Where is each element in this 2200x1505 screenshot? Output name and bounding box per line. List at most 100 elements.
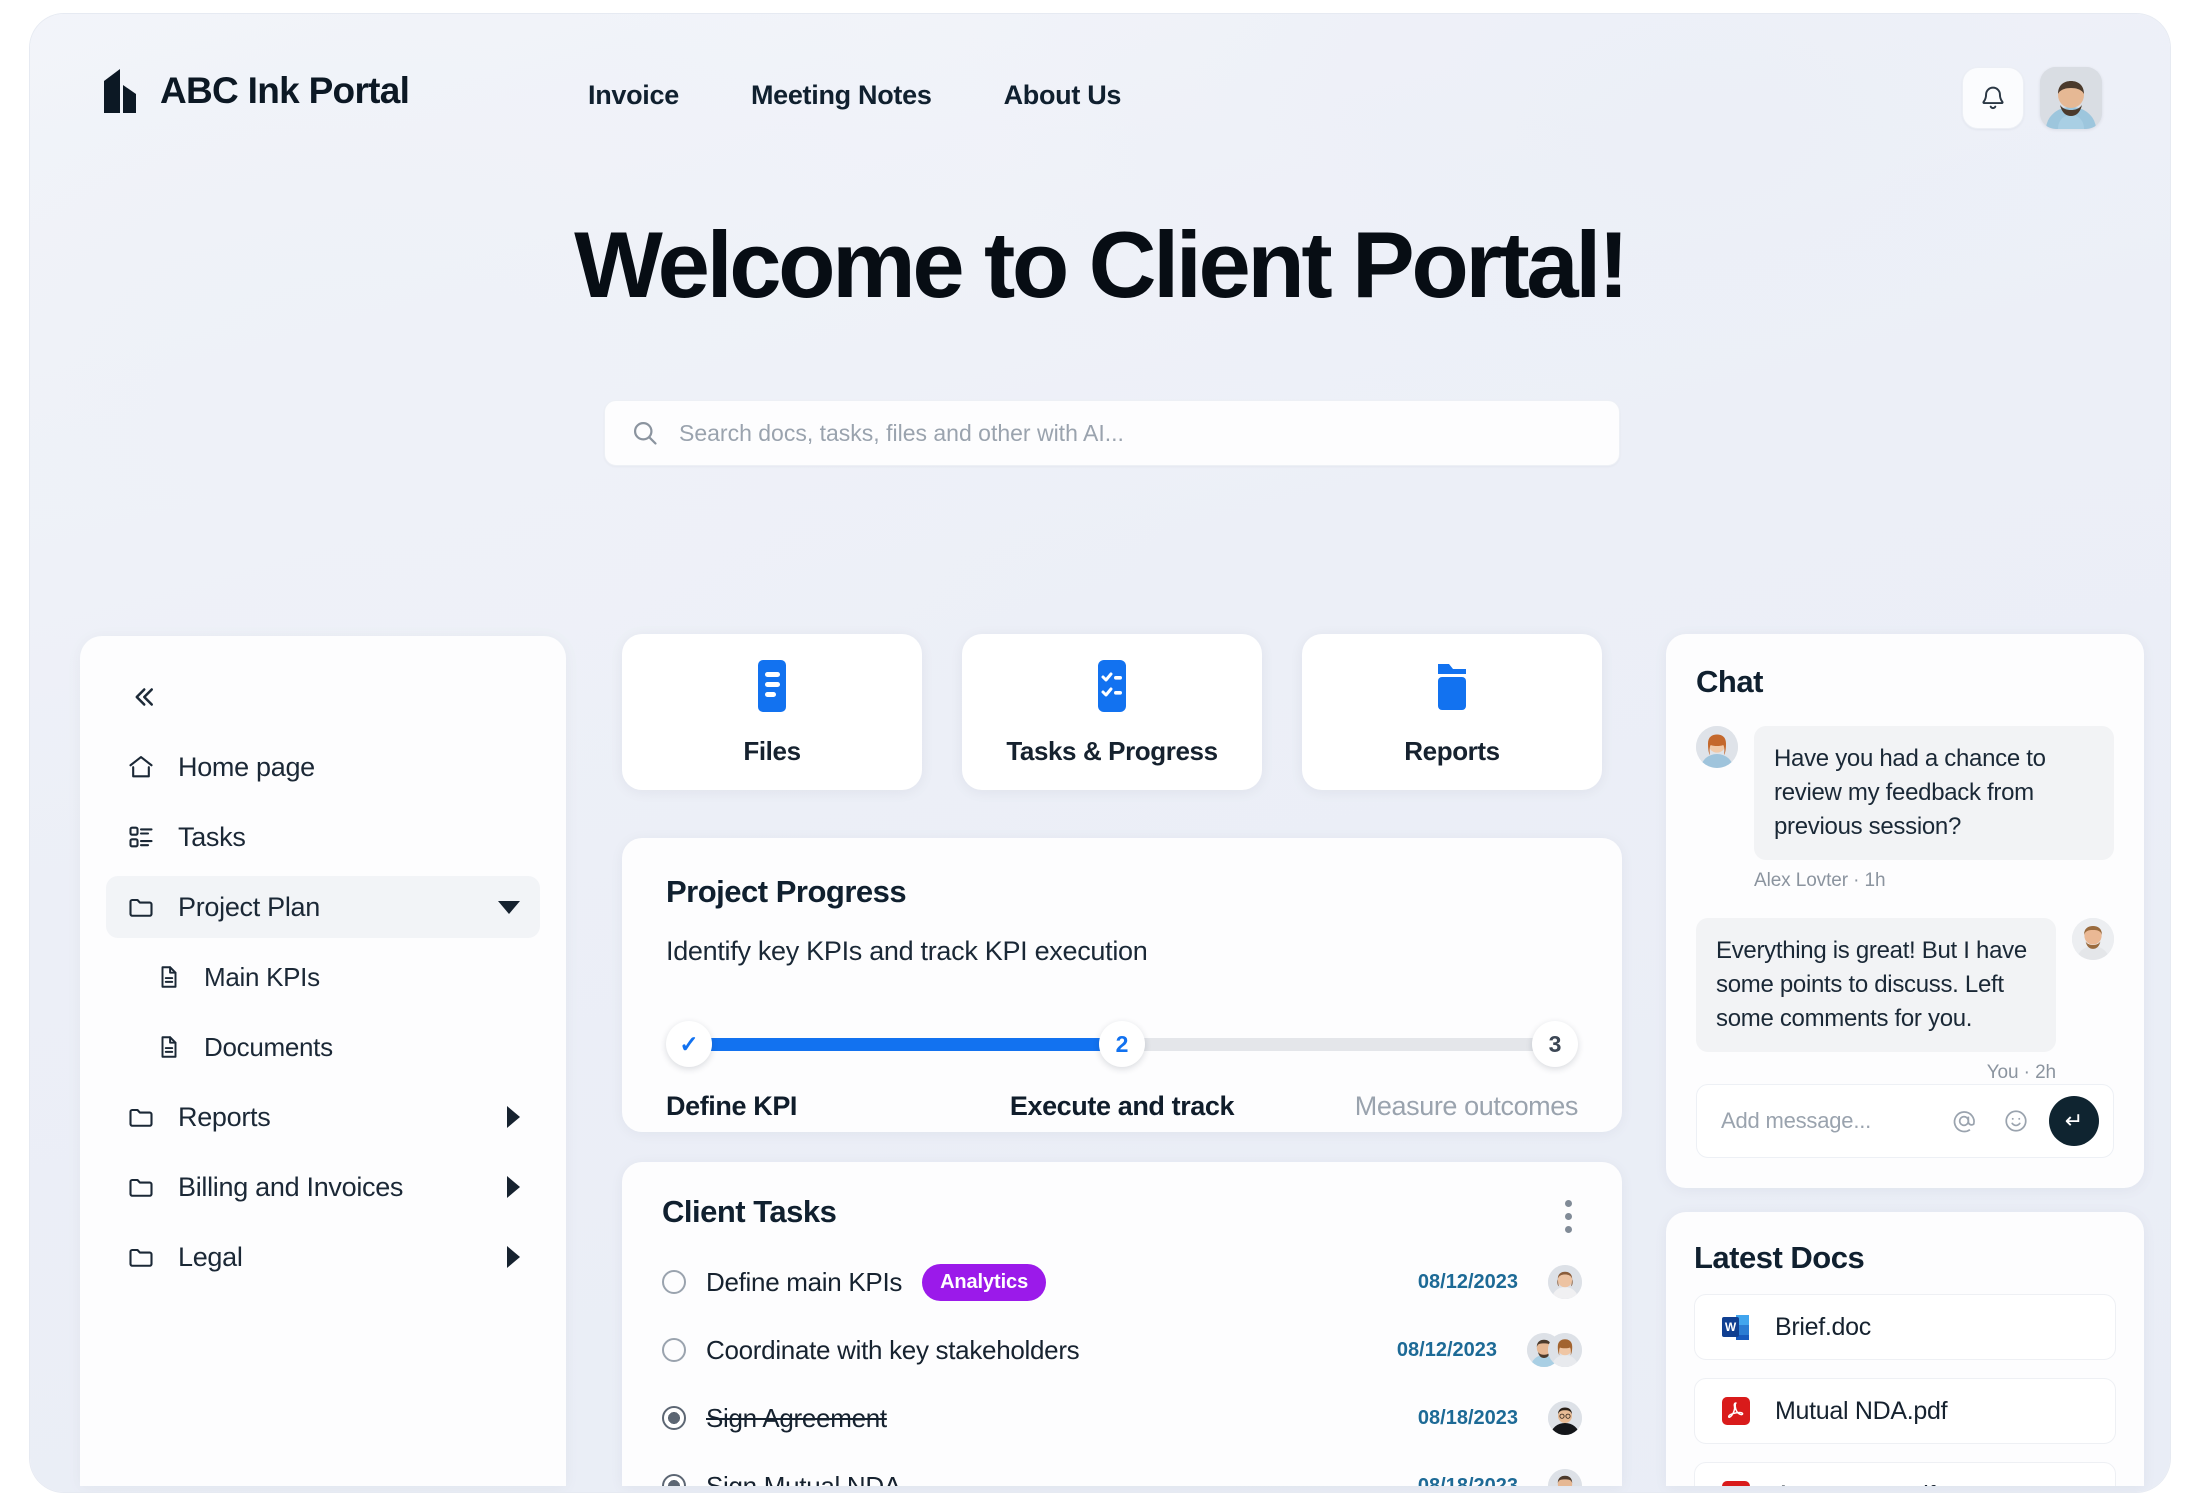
status-badge: Analytics [922,1264,1046,1301]
task-checkbox[interactable] [662,1270,686,1294]
chevron-double-left-icon [128,682,158,712]
avatar [1548,1265,1582,1299]
doc-name: Agreement.pdf [1775,1481,1935,1487]
sidebar-item-home-page[interactable]: Home page [106,736,540,798]
folder-icon [1426,658,1478,714]
chevron-right-icon[interactable] [507,1246,520,1268]
pdf-file-icon [1719,1478,1753,1486]
chevron-right-icon[interactable] [507,1176,520,1198]
progress-step-2-node[interactable]: 2 [1099,1021,1145,1067]
user-avatar-button[interactable] [2040,67,2102,129]
progress-step-3-node[interactable]: 3 [1532,1021,1578,1067]
sidebar-item-reports[interactable]: Reports [106,1086,540,1148]
send-message-button[interactable]: ↵ [2049,1096,2099,1146]
doc-list-item[interactable]: Agreement.pdf [1694,1462,2116,1486]
file-document-icon [748,658,796,714]
task-date: 08/12/2023 [1397,1339,1497,1362]
task-row[interactable]: Coordinate with key stakeholders 08/12/2… [662,1325,1582,1375]
task-label: Sign Agreement [706,1403,887,1434]
sidebar-collapse-button[interactable] [118,672,168,722]
latest-docs-title: Latest Docs [1694,1240,2116,1276]
avatar [1548,1469,1582,1486]
avatar-image [1548,1469,1582,1486]
progress-title: Project Progress [666,874,1578,910]
sidebar-item-label: Billing and Invoices [178,1172,485,1203]
progress-step-3-label: Measure outcomes [1355,1091,1578,1122]
folder-icon [126,1243,156,1271]
sidebar: Home page Tasks Project Plan [80,636,566,1486]
quick-card-files[interactable]: Files [622,634,922,790]
avatar [1548,1401,1582,1435]
quick-card-label: Tasks & Progress [1006,736,1217,767]
task-row[interactable]: Sign Mutual NDA 08/18/2023 [662,1461,1582,1486]
word-file-icon: W [1719,1310,1753,1344]
quick-card-tasks-progress[interactable]: Tasks & Progress [962,634,1262,790]
task-checkbox[interactable] [662,1474,686,1486]
chat-input-bar[interactable]: Add message... ↵ [1696,1084,2114,1158]
task-date: 08/12/2023 [1418,1271,1518,1294]
task-label: Coordinate with key stakeholders [706,1335,1079,1366]
sidebar-item-billing-and-invoices[interactable]: Billing and Invoices [106,1156,540,1218]
sidebar-item-legal[interactable]: Legal [106,1226,540,1288]
avatar-image [1548,1265,1582,1299]
sidebar-item-label: Reports [178,1102,485,1133]
progress-stepper: ✓ 2 3 [666,1021,1578,1067]
sidebar-item-label: Main KPIs [204,962,520,993]
search-input[interactable] [679,420,1593,447]
chevron-down-icon[interactable] [498,901,520,914]
quick-card-reports[interactable]: Reports [1302,634,1602,790]
doc-list-item[interactable]: Mutual NDA.pdf [1694,1378,2116,1444]
document-icon [154,964,184,990]
top-navigation: Invoice Meeting Notes About Us [586,74,1123,117]
global-search[interactable] [604,400,1620,466]
progress-step-labels: Define KPI Execute and track Measure out… [666,1091,1578,1131]
smiley-icon[interactable] [1997,1102,2035,1140]
nav-item-invoice[interactable]: Invoice [586,74,681,117]
kebab-menu-icon[interactable] [1555,1194,1582,1239]
list-icon [126,823,156,851]
task-label: Sign Mutual NDA [706,1471,901,1487]
task-assignees [1548,1469,1582,1486]
at-sign-icon[interactable] [1945,1102,1983,1140]
task-row[interactable]: Define main KPIs Analytics 08/12/2023 [662,1257,1582,1307]
chat-meta: Alex Lovter · 1h [1754,870,2114,892]
sidebar-item-main-kpis[interactable]: Main KPIs [106,946,540,1008]
avatar [2072,918,2114,960]
sidebar-item-project-plan[interactable]: Project Plan [106,876,540,938]
task-assignees [1527,1333,1582,1367]
bell-icon [1979,83,2007,113]
app-header: ABC Ink Portal Invoice Meeting Notes Abo… [30,14,2170,174]
task-checkbox[interactable] [662,1338,686,1362]
doc-list-item[interactable]: W Brief.doc [1694,1294,2116,1360]
progress-step-1-node[interactable]: ✓ [666,1021,712,1067]
client-tasks-title: Client Tasks [662,1194,836,1230]
chevron-right-icon[interactable] [507,1106,520,1128]
app-window: ABC Ink Portal Invoice Meeting Notes Abo… [30,14,2170,1492]
notifications-button[interactable] [1962,67,2024,129]
home-icon [126,753,156,781]
sidebar-item-label: Tasks [178,822,520,853]
avatar [1548,1333,1582,1367]
task-assignees [1548,1401,1582,1435]
avatar-image [1548,1401,1582,1435]
chat-title: Chat [1696,664,2114,700]
folder-icon [126,1103,156,1131]
task-checkbox[interactable] [662,1406,686,1430]
doc-name: Mutual NDA.pdf [1775,1397,1947,1426]
avatar-image [1548,1333,1582,1367]
sidebar-item-documents[interactable]: Documents [106,1016,540,1078]
chat-message: Have you had a chance to review my feedb… [1696,726,2114,860]
nav-item-meeting-notes[interactable]: Meeting Notes [749,74,934,117]
sidebar-item-tasks[interactable]: Tasks [106,806,540,868]
task-label: Define main KPIs [706,1267,902,1298]
sidebar-item-label: Project Plan [178,892,476,923]
quick-card-label: Reports [1404,736,1499,767]
search-icon [631,419,659,447]
pdf-file-icon [1719,1394,1753,1428]
brand[interactable]: ABC Ink Portal [102,68,409,114]
chat-input-placeholder[interactable]: Add message... [1721,1108,1931,1134]
task-row[interactable]: Sign Agreement 08/18/2023 [662,1393,1582,1443]
nav-item-about-us[interactable]: About Us [1002,74,1124,117]
document-icon [154,1034,184,1060]
sidebar-item-label: Home page [178,752,520,783]
